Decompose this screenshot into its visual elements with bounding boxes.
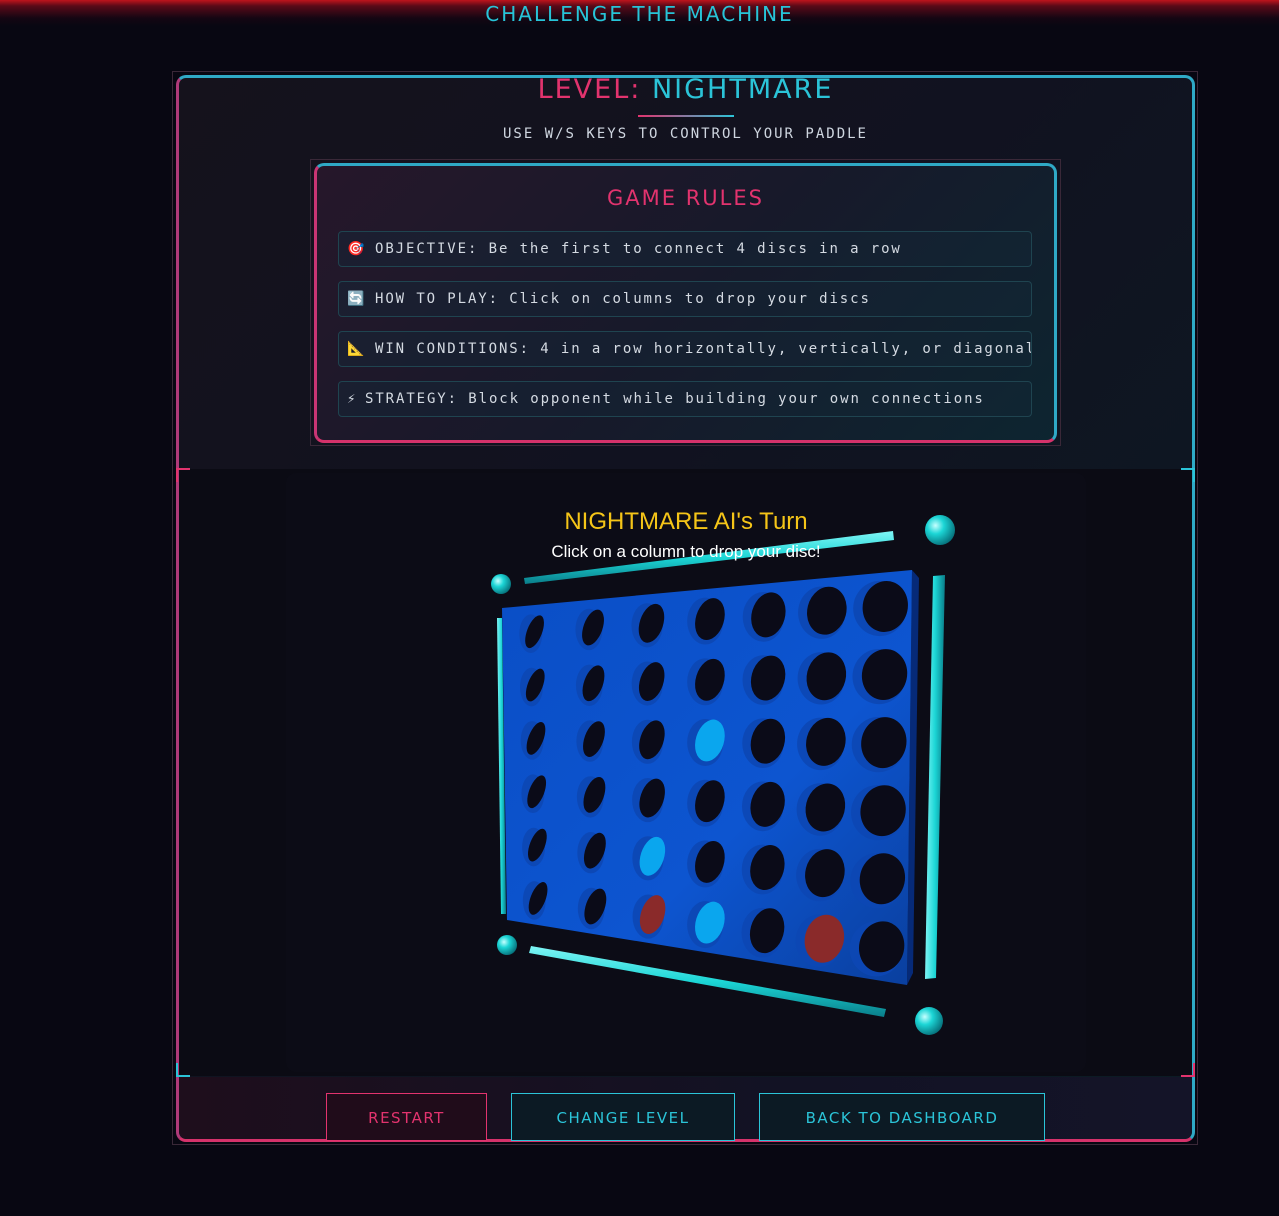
rail-ball (497, 935, 517, 955)
right-rail (925, 575, 945, 979)
back-to-dashboard-button[interactable]: BACK TO DASHBOARD (759, 1093, 1045, 1141)
connect-four-scene[interactable] (0, 0, 1279, 1216)
restart-button[interactable]: RESTART (326, 1093, 487, 1141)
turn-indicator: NIGHTMARE AI's Turn (564, 508, 808, 535)
change-level-button[interactable]: CHANGE LEVEL (511, 1093, 735, 1141)
rail-ball (491, 574, 511, 594)
rail-ball (915, 1007, 943, 1035)
turn-instructions: Click on a column to drop your disc! (551, 542, 821, 561)
